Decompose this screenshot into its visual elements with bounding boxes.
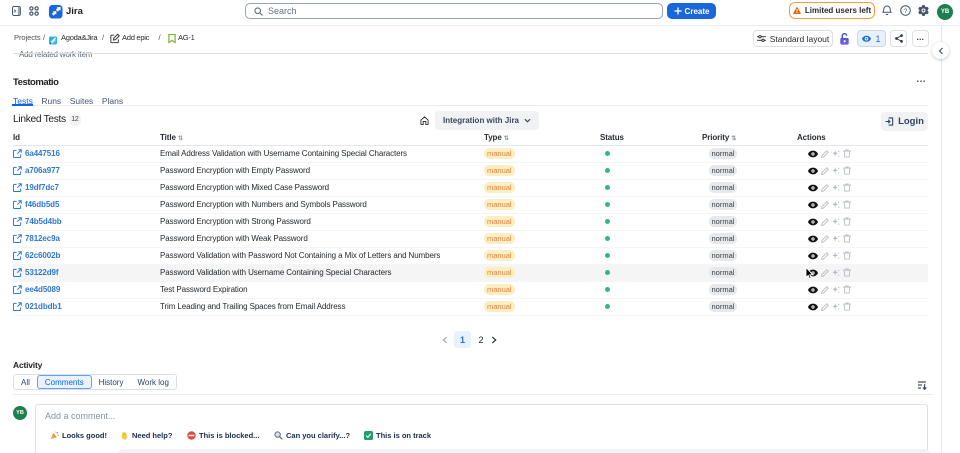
svg-text:?: ? bbox=[904, 8, 908, 15]
